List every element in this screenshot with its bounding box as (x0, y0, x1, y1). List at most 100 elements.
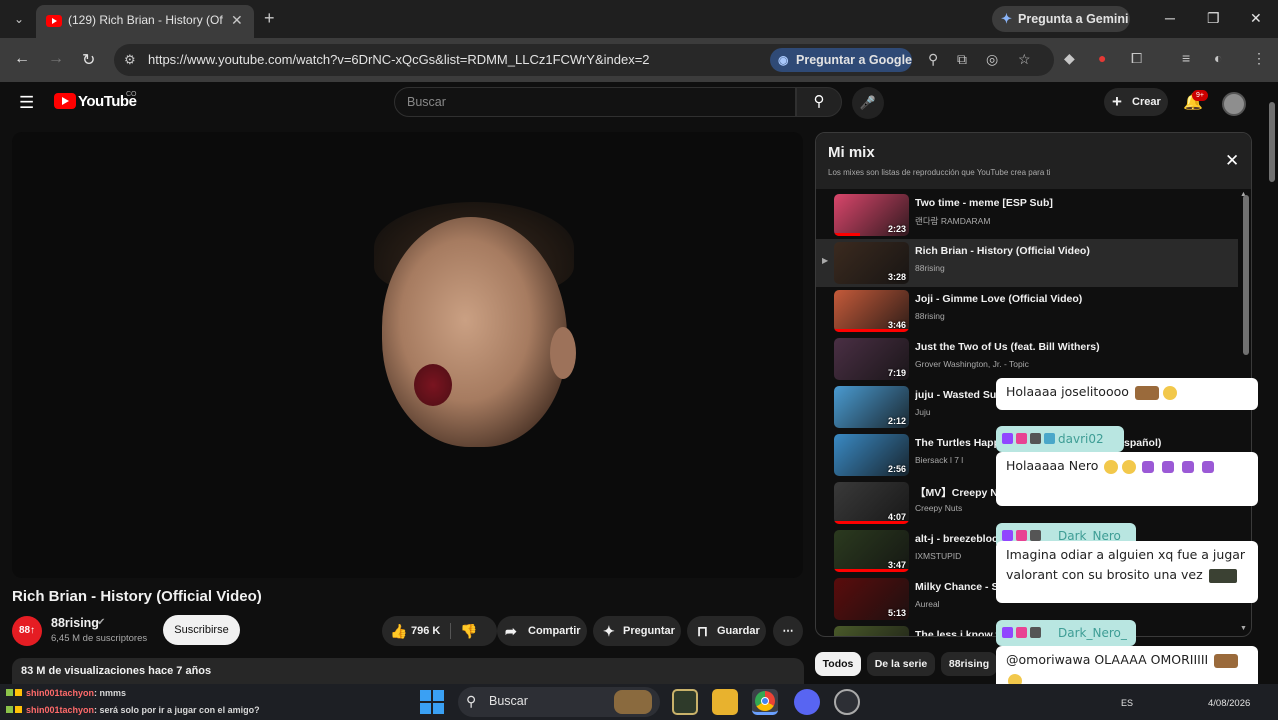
youtube-logo-icon[interactable] (54, 93, 76, 109)
voice-search-mic-icon[interactable]: 🎤 (852, 87, 884, 119)
playlist-item[interactable]: ▶ 3:28 Rich Brian - History (Official Vide… (816, 239, 1238, 287)
purple-emote-icon (1162, 460, 1175, 473)
adblock-icon[interactable]: ● (1098, 50, 1106, 66)
browser-tab[interactable]: (129) Rich Brian - History (Official Vid… (36, 5, 254, 38)
bookmark-star-icon[interactable]: ☆ (1018, 51, 1031, 68)
like-count[interactable]: 796 K (411, 616, 440, 646)
like-thumb-icon[interactable]: 👍 (390, 616, 407, 646)
chat-message: Holaaaaa Nero (996, 452, 1258, 506)
ask-google-button[interactable]: ◉ Preguntar a Google (770, 48, 912, 72)
search-button[interactable]: ⚲ (796, 87, 842, 117)
playlist-header: Mi mix Los mixes son listas de reproducc… (816, 133, 1251, 189)
video-player[interactable] (12, 132, 803, 578)
playlist-thumbnail[interactable]: 3:46 (834, 290, 909, 332)
taskbar-date[interactable]: 4/08/2026 (1208, 698, 1250, 709)
playlist-thumbnail[interactable]: 2:23 (834, 194, 909, 236)
save-button[interactable]: ⊓ Guardar (687, 616, 766, 646)
playlist-item[interactable]: 3:46 Joji - Gimme Love (Official Video) 88… (816, 287, 1238, 335)
scroll-down-arrow-icon[interactable]: ▼ (1240, 625, 1247, 632)
tab-search-chevron-icon[interactable]: ⌄ (9, 9, 29, 29)
discord-icon[interactable] (794, 689, 820, 715)
taskbar-search[interactable]: ⚲ Buscar (458, 687, 660, 717)
zoom-icon[interactable]: ⚲ (928, 51, 938, 68)
twitch-badge-icon (1002, 627, 1013, 638)
url-text[interactable]: https://www.youtube.com/watch?v=6DrNC-xQ… (148, 52, 650, 67)
forward-arrow-icon[interactable]: → (48, 50, 64, 68)
playlist-scrollbar[interactable] (1243, 195, 1249, 355)
playlist-thumbnail[interactable]: 2:56 (834, 434, 909, 476)
chip-88rising[interactable]: 88rising (941, 652, 997, 676)
create-button[interactable]: + Crear (1104, 88, 1168, 116)
playlist-item-title[interactable]: Just the Two of Us (feat. Bill Withers) (915, 341, 1235, 353)
playlist-item-title[interactable]: Rich Brian - History (Official Video) (915, 245, 1235, 257)
chrome-icon[interactable] (752, 689, 778, 715)
chip-todos[interactable]: Todos (815, 652, 861, 676)
playlist-thumbnail[interactable]: 4:07 (834, 482, 909, 524)
page-scrollbar[interactable] (1266, 96, 1278, 676)
extension-icon[interactable]: ◆ (1064, 50, 1075, 67)
browser-menu-icon[interactable]: ⋮ (1252, 50, 1266, 67)
minimize-icon[interactable]: ─ (1165, 10, 1175, 26)
hamburger-menu-icon[interactable]: ☰ (19, 93, 34, 113)
windows-taskbar: shin001tachyon: nmms shin001tachyon: ser… (0, 684, 1278, 720)
heart-badge-icon (1016, 433, 1027, 444)
playlist-item-title[interactable]: Joji - Gimme Love (Official Video) (915, 293, 1235, 305)
playlist-thumbnail[interactable]: 7:19 (834, 338, 909, 380)
watched-progress-bar (834, 329, 909, 332)
playlist-thumbnail[interactable] (834, 626, 909, 636)
search-input[interactable]: Buscar (394, 87, 796, 117)
tracking-eye-icon[interactable]: ◎ (986, 51, 998, 68)
chat-message-text: Holaaaa joselitoooo (1006, 384, 1129, 399)
gemini-button[interactable]: ✦ Pregunta a Gemini (992, 6, 1130, 32)
gemini-star-icon: ✦ (1001, 11, 1012, 26)
emote-badge-icon (1030, 627, 1041, 638)
channel-name[interactable]: 88rising (51, 616, 99, 630)
app-icon[interactable] (672, 689, 698, 715)
tab-close-icon[interactable]: ✕ (231, 12, 243, 29)
language-indicator[interactable]: ES (1121, 698, 1133, 708)
share-button[interactable]: ➦ Compartir (497, 616, 587, 646)
playlist-title: Mi mix (828, 144, 875, 161)
reload-icon[interactable]: ↻ (82, 50, 95, 70)
watched-progress-bar (834, 233, 861, 236)
address-bar[interactable]: ⚙ https://www.youtube.com/watch?v=6DrNC-… (114, 44, 1054, 76)
playlist-thumbnail[interactable]: 2:12 (834, 386, 909, 428)
puzzle-extensions-icon[interactable]: ⧠ (1131, 50, 1142, 67)
window-close-icon[interactable]: ✕ (1250, 10, 1262, 27)
playlist-close-icon[interactable]: ✕ (1225, 151, 1239, 171)
chat-username-tag: Dark_Nero_ (996, 620, 1136, 646)
playlist-thumbnail[interactable]: 3:47 (834, 530, 909, 572)
like-dislike-group: 👍 796 K 👎 (382, 616, 497, 646)
dislike-thumb-icon[interactable]: 👎 (460, 616, 477, 646)
file-explorer-icon[interactable] (712, 689, 738, 715)
page-scrollbar-thumb[interactable] (1269, 102, 1275, 182)
chip-de-la-serie[interactable]: De la serie (867, 652, 935, 676)
restore-icon[interactable]: ❐ (1207, 10, 1220, 27)
install-app-icon[interactable]: ⧉ (957, 51, 967, 68)
profile-avatar-icon[interactable]: ◐ (1214, 50, 1222, 66)
smile-emote-icon (1122, 459, 1137, 474)
steam-icon[interactable] (834, 689, 860, 715)
watched-progress-bar (834, 521, 909, 524)
account-avatar[interactable] (1222, 92, 1246, 116)
playlist-item-title[interactable]: Two time - meme [ESP Sub] (915, 197, 1235, 209)
search-icon: ⚲ (813, 93, 825, 110)
search-placeholder: Buscar (407, 95, 446, 109)
more-actions-icon[interactable]: ⋯ (773, 616, 803, 646)
channel-avatar[interactable]: 88↑ (12, 616, 42, 646)
playlist-item[interactable]: 7:19 Just the Two of Us (feat. Bill Withe… (816, 335, 1238, 383)
back-arrow-icon[interactable]: ← (14, 50, 30, 68)
subscribe-button[interactable]: Suscribirse (163, 615, 240, 645)
windows-start-icon[interactable] (420, 690, 444, 714)
bookmark-icon: ⊓ (697, 623, 708, 639)
chat-badge-icon (6, 706, 13, 713)
chat-message: Imagina odiar a alguien xq fue a jugar v… (996, 541, 1258, 603)
playlist-thumbnail[interactable]: 5:13 (834, 578, 909, 620)
save-label: Guardar (717, 625, 760, 637)
media-control-icon[interactable]: ≡ (1182, 50, 1190, 66)
site-info-icon[interactable]: ⚙ (124, 52, 136, 68)
new-tab-plus-icon[interactable]: + (264, 8, 275, 29)
playlist-thumbnail[interactable]: 3:28 (834, 242, 909, 284)
playlist-item[interactable]: 2:23 Two time - meme [ESP Sub] 랜다람 RAMDARA… (816, 191, 1238, 239)
ask-button[interactable]: ✦ Preguntar (593, 616, 681, 646)
